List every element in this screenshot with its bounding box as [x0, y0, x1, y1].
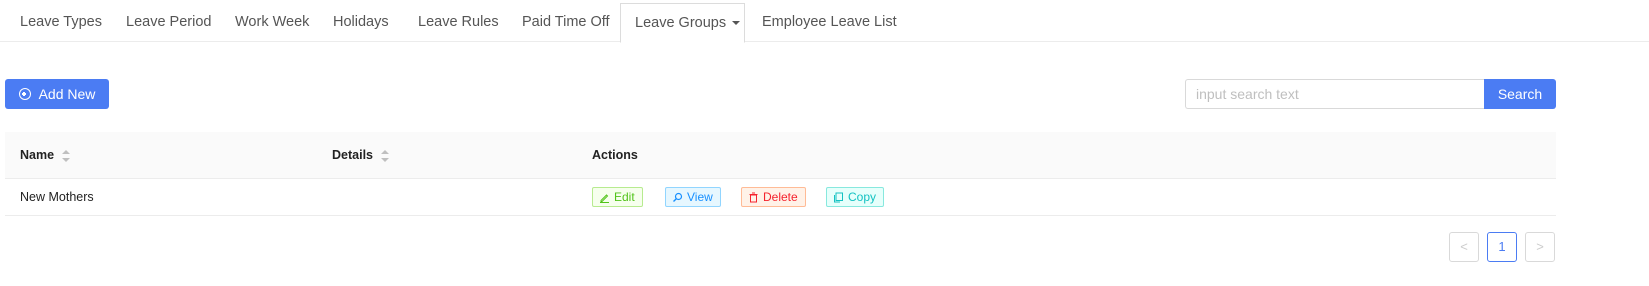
tab-leave-period[interactable]: Leave Period: [126, 3, 211, 42]
tab-leave-rules[interactable]: Leave Rules: [418, 3, 499, 42]
search-icon: [673, 192, 683, 202]
copy-button[interactable]: Copy: [826, 187, 885, 207]
cell-name: New Mothers: [20, 190, 94, 204]
edit-button[interactable]: Edit: [592, 187, 643, 207]
column-header-details[interactable]: Details: [332, 132, 389, 178]
column-header-actions: Actions: [592, 148, 638, 162]
plus-circle-icon: [18, 88, 31, 100]
view-label: View: [687, 190, 713, 204]
pagination-page-1[interactable]: 1: [1487, 232, 1517, 262]
copy-icon: [834, 192, 843, 202]
tab-employee-leave-list[interactable]: Employee Leave List: [762, 3, 897, 42]
search-input[interactable]: [1185, 79, 1484, 109]
edit-label: Edit: [614, 190, 635, 204]
tab-holidays[interactable]: Holidays: [333, 3, 389, 42]
leave-groups-table: Name Details Actions New Mothers Edit Vi…: [5, 132, 1556, 216]
column-header-name[interactable]: Name: [20, 132, 71, 178]
delete-button[interactable]: Delete: [741, 187, 806, 207]
trash-icon: [749, 192, 758, 202]
tab-leave-groups[interactable]: Leave Groups: [620, 3, 745, 43]
view-button[interactable]: View: [665, 187, 721, 207]
edit-icon: [600, 193, 609, 203]
column-header-details-label: Details: [332, 148, 373, 162]
tab-work-week[interactable]: Work Week: [235, 3, 309, 42]
pagination-prev-button[interactable]: <: [1449, 232, 1479, 262]
sort-icon[interactable]: [62, 149, 71, 162]
table-row: New Mothers Edit View Delete Copy: [5, 179, 1556, 216]
search-button[interactable]: Search: [1484, 79, 1556, 109]
tab-paid-time-off[interactable]: Paid Time Off: [522, 3, 610, 42]
tab-leave-groups-label: Leave Groups: [635, 15, 727, 31]
add-new-button[interactable]: Add New: [5, 79, 109, 109]
copy-label: Copy: [848, 190, 877, 204]
table-header: Name Details Actions: [5, 132, 1556, 179]
tab-leave-types[interactable]: Leave Types: [20, 3, 102, 42]
column-header-name-label: Name: [20, 148, 55, 162]
module-tabs: Leave Types Leave Period Work Week Holid…: [0, 0, 1649, 43]
sort-icon[interactable]: [381, 149, 389, 162]
caret-down-icon: [732, 21, 741, 26]
add-new-label: Add New: [38, 86, 96, 102]
pagination-next-button[interactable]: >: [1525, 232, 1555, 262]
delete-label: Delete: [763, 190, 798, 204]
